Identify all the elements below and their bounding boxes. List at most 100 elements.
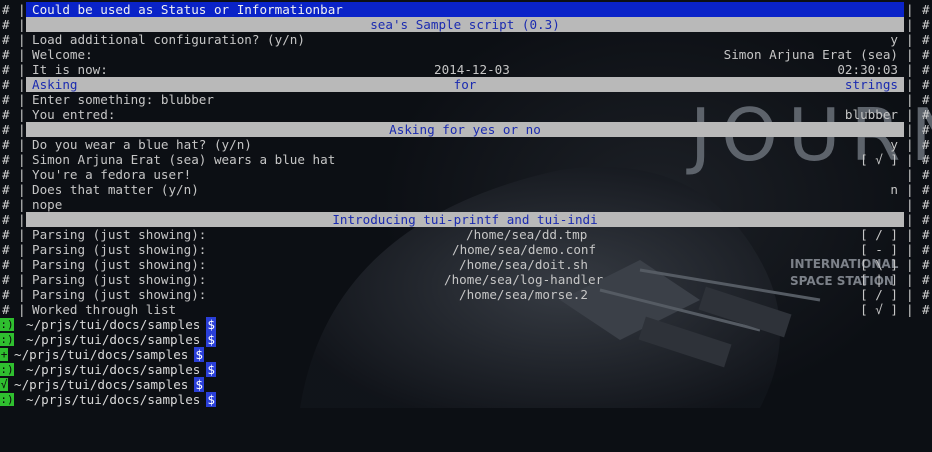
section-bar-center: for <box>453 77 477 92</box>
frame-pipe: | <box>906 302 914 317</box>
frame-hash: # <box>922 272 930 287</box>
status-bar: Could be used as Status or Informationba… <box>26 2 904 17</box>
prompt-path: ~/prjs/tui/docs/samples <box>14 347 189 362</box>
prompt-dollar: $ <box>194 347 204 362</box>
frame-hash: # <box>922 92 930 107</box>
status-indicator: [ √ ] <box>860 152 898 167</box>
shell-prompt[interactable]: :) ~/prjs/tui/docs/samples $ <box>0 332 932 347</box>
prompt-path-wrap: ~/prjs/tui/docs/samples $ <box>26 317 216 332</box>
prompt-path: ~/prjs/tui/docs/samples <box>26 362 201 377</box>
frame-pipe: | <box>906 77 914 92</box>
shell-prompt[interactable]: :) ~/prjs/tui/docs/samples $ <box>0 362 932 377</box>
exit-status-icon: :) <box>0 393 14 406</box>
parsing-row: # | Parsing (just showing): /home/sea/dd… <box>0 227 932 242</box>
frame-hash: # <box>2 77 10 92</box>
frame-hash: # <box>2 242 10 257</box>
nope-row: # | nope | # <box>0 197 932 212</box>
frame-pipe: | <box>18 107 26 122</box>
exit-status-icon: :) <box>0 318 14 331</box>
frame-pipe: | <box>18 77 26 92</box>
frame-pipe: | <box>906 17 914 32</box>
parsing-row: # | Parsing (just showing): /home/sea/do… <box>0 257 932 272</box>
frame-pipe: | <box>18 212 26 227</box>
prompt-path-wrap: ~/prjs/tui/docs/samples $ <box>26 362 216 377</box>
load-config-answer: y <box>890 32 898 47</box>
prompt-dollar: $ <box>206 362 216 377</box>
frame-hash: # <box>2 287 10 302</box>
prompt-path: ~/prjs/tui/docs/samples <box>14 377 189 392</box>
frame-hash: # <box>922 182 930 197</box>
prompt-dollar: $ <box>206 317 216 332</box>
frame-pipe: | <box>18 32 26 47</box>
frame-hash: # <box>922 32 930 47</box>
parsing-row: # | Parsing (just showing): /home/sea/mo… <box>0 287 932 302</box>
prompt-path-wrap: ~/prjs/tui/docs/samples $ <box>14 377 204 392</box>
worked-label: Worked through list <box>32 302 177 317</box>
load-config-row: # | Load additional configuration? (y/n)… <box>0 32 932 47</box>
welcome-row: # | Welcome: Simon Arjuna Erat (sea) | # <box>0 47 932 62</box>
title-bar: sea's Sample script (0.3) <box>26 17 904 32</box>
parsing-label: Parsing (just showing): <box>32 242 207 257</box>
progress-indicator: [ / ] <box>860 287 898 302</box>
prompt-dollar: $ <box>206 332 216 347</box>
shell-prompt[interactable]: :) ~/prjs/tui/docs/samples $ <box>0 317 932 332</box>
frame-hash: # <box>2 182 10 197</box>
entered-value: blubber <box>844 107 898 122</box>
frame-hash: # <box>2 107 10 122</box>
welcome-user: Simon Arjuna Erat (sea) <box>723 47 898 62</box>
frame-hash: # <box>922 167 930 182</box>
frame-hash: # <box>2 137 10 152</box>
parsing-path: /home/sea/doit.sh <box>459 257 588 272</box>
parsing-label: Parsing (just showing): <box>32 227 207 242</box>
shell-prompt-active[interactable]: :) ~/prjs/tui/docs/samples $ <box>0 392 932 407</box>
frame-pipe: | <box>18 137 26 152</box>
nope-text: nope <box>32 197 63 212</box>
frame-pipe: | <box>906 47 914 62</box>
section-bar-printf: Introducing tui-printf and tui-indi <box>26 212 904 227</box>
prompt-path: ~/prjs/tui/docs/samples <box>26 317 201 332</box>
welcome-label: Welcome: <box>32 47 93 62</box>
frame-pipe: | <box>906 212 914 227</box>
status-row: # | Could be used as Status or Informati… <box>0 2 932 17</box>
blue-hat-statement-row: # | Simon Arjuna Erat (sea) wears a blue… <box>0 152 932 167</box>
blue-hat-question-row: # | Do you wear a blue hat? (y/n) y | # <box>0 137 932 152</box>
shell-prompt[interactable]: √ ~/prjs/tui/docs/samples $ <box>0 377 932 392</box>
frame-hash: # <box>922 77 930 92</box>
fedora-row: # | You're a fedora user! | # <box>0 167 932 182</box>
frame-pipe: | <box>906 182 914 197</box>
frame-hash: # <box>2 212 10 227</box>
frame-hash: # <box>922 212 930 227</box>
terminal-window[interactable]: # | Could be used as Status or Informati… <box>0 0 932 408</box>
section-bar-title: Introducing tui-printf and tui-indi <box>332 212 598 227</box>
frame-hash: # <box>2 92 10 107</box>
exit-status-icon: :) <box>0 363 14 376</box>
parsing-path: /home/sea/demo.conf <box>452 242 597 257</box>
frame-pipe: | <box>906 197 914 212</box>
frame-pipe: | <box>906 227 914 242</box>
parsing-row: # | Parsing (just showing): /home/sea/lo… <box>0 272 932 287</box>
entered-label: You entred: <box>32 107 116 122</box>
frame-hash: # <box>922 47 930 62</box>
exit-status-icon: :) <box>0 333 14 346</box>
status-indicator: [ √ ] <box>860 302 898 317</box>
prompt-path-wrap: ~/prjs/tui/docs/samples $ <box>26 332 216 347</box>
enter-something-text: Enter something: blubber <box>32 92 214 107</box>
blue-hat-answer: y <box>890 137 898 152</box>
frame-pipe: | <box>18 272 26 287</box>
parsing-path: /home/sea/morse.2 <box>459 287 588 302</box>
frame-hash: # <box>922 122 930 137</box>
date-value: 2014-12-03 <box>434 62 510 77</box>
frame-hash: # <box>922 152 930 167</box>
frame-pipe: | <box>906 2 914 17</box>
frame-hash: # <box>922 242 930 257</box>
frame-pipe: | <box>18 17 26 32</box>
enter-row: # | Enter something: blubber | # <box>0 92 932 107</box>
frame-hash: # <box>922 257 930 272</box>
frame-pipe: | <box>906 287 914 302</box>
frame-pipe: | <box>18 122 26 137</box>
shell-prompt[interactable]: + ~/prjs/tui/docs/samples $ <box>0 347 932 362</box>
frame-pipe: | <box>18 227 26 242</box>
progress-indicator: [ | ] <box>860 272 898 287</box>
frame-hash: # <box>2 257 10 272</box>
section-bar-right: strings <box>844 77 898 92</box>
